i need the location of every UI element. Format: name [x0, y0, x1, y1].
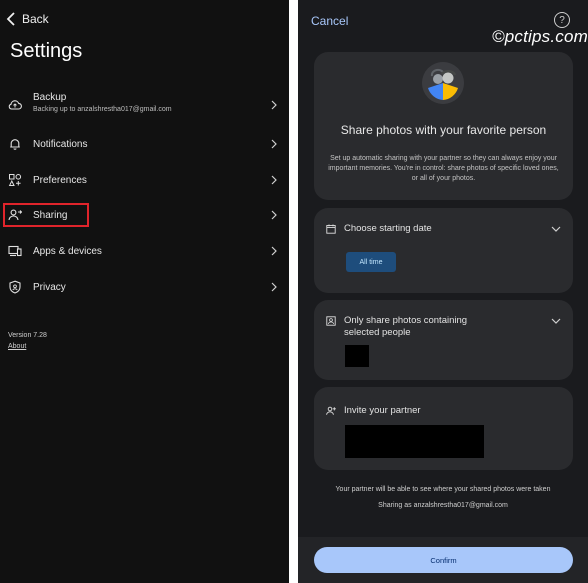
sharing-as-text: Sharing as anzalshrestha017@gmail.com: [378, 502, 508, 509]
devices-icon: [8, 245, 22, 257]
selected-people-card[interactable]: Only share photos containing selected peo…: [314, 300, 573, 380]
version-text: Version 7.28: [8, 332, 47, 339]
menu-item-label: Privacy: [33, 281, 66, 293]
back-button[interactable]: Back: [6, 12, 49, 26]
menu-item-apps-devices[interactable]: Apps & devices: [0, 237, 289, 265]
watermark-text: ©pctips.com: [492, 27, 588, 46]
menu-item-privacy[interactable]: Privacy: [0, 273, 289, 301]
chevron-right-icon: [271, 139, 277, 149]
calendar-icon: [326, 224, 336, 234]
menu-item-notifications[interactable]: Notifications: [0, 130, 289, 158]
redacted-partner-field: [345, 425, 484, 458]
selected-people-label: Only share photos containing selected peo…: [344, 315, 467, 339]
selected-people-label-line2: selected people: [344, 327, 411, 338]
chevron-right-icon: [271, 282, 277, 292]
chevron-right-icon: [271, 246, 277, 256]
person-add-icon: [326, 406, 336, 415]
photo-person-icon: [326, 316, 336, 326]
redacted-person-avatar: [345, 345, 369, 367]
shield-icon: [9, 280, 21, 294]
backup-account-text: Backing up to anzalshrestha017@gmail.com: [33, 106, 172, 113]
partner-illustration: [422, 62, 464, 104]
partner-illustration-icon: [422, 62, 464, 104]
invite-partner-card[interactable]: Invite your partner: [314, 387, 573, 470]
intro-description: Set up automatic sharing with your partn…: [328, 155, 559, 182]
starting-date-header: Choose starting date: [326, 223, 432, 234]
menu-item-backup[interactable]: Backup Backing up to anzalshrestha017@gm…: [0, 90, 289, 120]
page-title: Settings: [10, 40, 83, 62]
preferences-icon: [8, 174, 22, 186]
menu-item-preferences[interactable]: Preferences: [0, 166, 289, 194]
chevron-left-icon: [6, 12, 15, 26]
menu-item-label: Backup: [33, 92, 67, 103]
help-icon[interactable]: ?: [554, 12, 570, 28]
menu-item-label: Apps & devices: [33, 245, 102, 257]
starting-date-card[interactable]: Choose starting date All time: [314, 208, 573, 293]
chevron-down-icon[interactable]: [551, 318, 561, 324]
intro-card: Share photos with your favorite person S…: [314, 52, 573, 200]
menu-item-label: Notifications: [33, 138, 88, 150]
about-link[interactable]: About: [8, 343, 26, 350]
intro-title: Share photos with your favorite person: [340, 123, 547, 137]
starting-date-label: Choose starting date: [344, 223, 432, 234]
chevron-right-icon: [271, 100, 277, 110]
chevron-down-icon[interactable]: [551, 226, 561, 232]
back-label: Back: [22, 12, 49, 26]
all-time-chip[interactable]: All time: [346, 252, 396, 272]
chevron-right-icon: [271, 210, 277, 220]
invite-partner-label: Invite your partner: [344, 405, 421, 416]
settings-panel: Back Settings Backup Backing up to anzal…: [0, 0, 289, 583]
bell-icon: [10, 139, 20, 150]
selected-people-header: Only share photos containing selected peo…: [326, 315, 467, 339]
menu-item-label: Preferences: [33, 174, 87, 186]
partner-sharing-panel: Cancel ? ©pctips.com Share photos with y…: [298, 0, 588, 583]
selected-people-label-line1: Only share photos containing: [344, 315, 468, 326]
cloud-upload-icon: [8, 100, 22, 110]
invite-partner-header: Invite your partner: [326, 405, 421, 416]
chevron-right-icon: [271, 175, 277, 185]
sharing-highlight-box: [3, 203, 89, 227]
cancel-button[interactable]: Cancel: [311, 14, 348, 28]
location-notice-text: Your partner will be able to see where y…: [335, 486, 551, 493]
confirm-button[interactable]: Confirm: [314, 547, 573, 573]
